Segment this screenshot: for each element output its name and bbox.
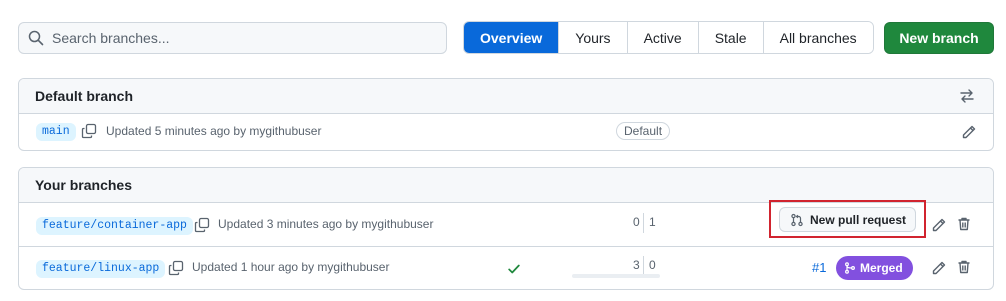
copy-icon[interactable]: [81, 123, 97, 139]
behind-bar: [572, 274, 660, 278]
switch-default-branch-icon[interactable]: [959, 88, 975, 104]
merged-label: Merged: [860, 261, 903, 275]
your-branches-title: Your branches: [35, 177, 132, 193]
delete-branch-icon[interactable]: [956, 259, 972, 275]
ahead-count: 0: [649, 258, 656, 272]
rename-branch-icon[interactable]: [931, 217, 947, 233]
search-icon: [28, 30, 44, 46]
new-pull-request-button[interactable]: New pull request: [779, 207, 916, 232]
default-badge: Default: [616, 122, 671, 140]
your-branches-box: Your branches feature/container-app Upda…: [18, 167, 994, 290]
branch-row-main: main Updated 5 minutes ago by mygithubus…: [19, 114, 993, 150]
default-branch-header: Default branch: [19, 79, 993, 114]
branch-updated-text: Updated 5 minutes ago by mygithubuser: [106, 124, 322, 138]
behind-count: 3: [633, 258, 640, 272]
highlight-box: New pull request: [769, 200, 926, 238]
delete-branch-icon[interactable]: [956, 216, 972, 232]
search-branches-field[interactable]: [18, 22, 447, 54]
tab-stale[interactable]: Stale: [697, 22, 763, 53]
copy-icon[interactable]: [168, 260, 184, 276]
branch-filter-tabs: Overview Yours Active Stale All branches: [463, 21, 874, 54]
new-pull-request-label: New pull request: [810, 212, 907, 227]
new-branch-button[interactable]: New branch: [884, 22, 994, 54]
your-branches-header: Your branches: [19, 168, 993, 203]
ahead-count: 1: [649, 215, 656, 229]
search-input[interactable]: [52, 30, 422, 46]
branch-name-link[interactable]: feature/linux-app: [36, 260, 166, 278]
behind-count: 0: [633, 215, 640, 229]
branch-updated-text: Updated 1 hour ago by mygithubuser: [192, 260, 390, 274]
branch-row: feature/container-app Updated 3 minutes …: [19, 200, 993, 246]
branch-row: feature/linux-app Updated 1 hour ago by …: [19, 246, 993, 289]
branch-updated-text: Updated 3 minutes ago by mygithubuser: [218, 217, 434, 231]
ahead-behind-divider: [643, 213, 644, 233]
default-branch-title: Default branch: [35, 88, 134, 104]
tab-yours[interactable]: Yours: [558, 22, 627, 53]
pull-request-link[interactable]: #1: [812, 260, 826, 275]
tab-active[interactable]: Active: [626, 22, 698, 53]
merged-badge[interactable]: Merged: [836, 256, 913, 280]
copy-icon[interactable]: [194, 217, 210, 233]
pull-request-icon: [791, 213, 803, 226]
rename-branch-icon[interactable]: [961, 124, 977, 140]
branch-name-link[interactable]: main: [36, 123, 76, 141]
default-branch-box: Default branch main Updated 5 minutes ag…: [18, 78, 994, 151]
merge-icon: [845, 262, 855, 274]
branch-name-link[interactable]: feature/container-app: [36, 217, 193, 235]
check-success-icon[interactable]: [507, 262, 521, 276]
tab-overview[interactable]: Overview: [464, 22, 559, 53]
rename-branch-icon[interactable]: [931, 260, 947, 276]
tab-all-branches[interactable]: All branches: [762, 22, 873, 53]
ahead-behind-divider: [643, 256, 644, 276]
